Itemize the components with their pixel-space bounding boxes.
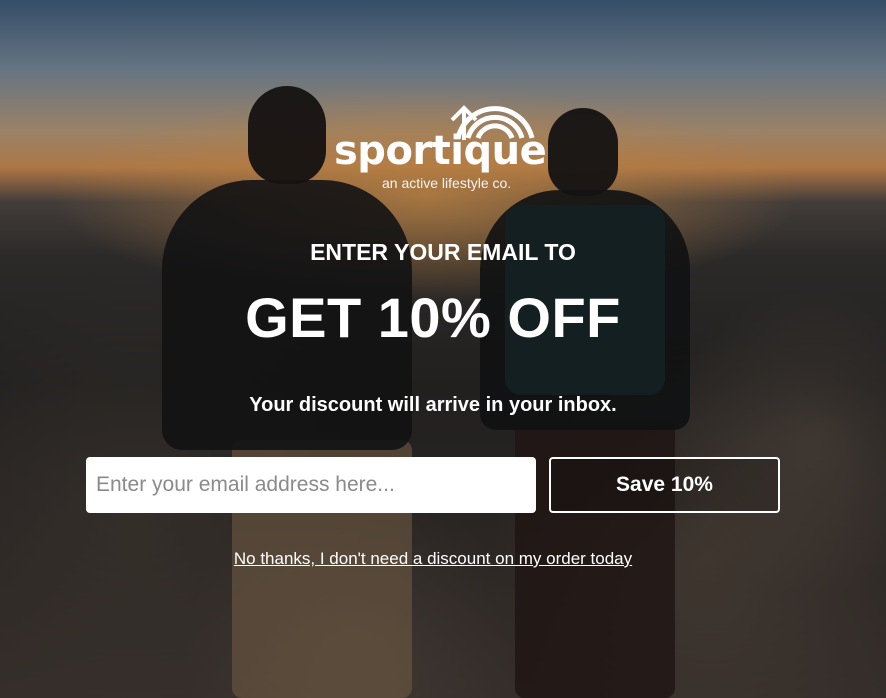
brand-name: sportique [334, 128, 547, 174]
email-input[interactable] [86, 457, 536, 513]
offer-subtext: Your discount will arrive in your inbox. [249, 394, 617, 416]
save-discount-button[interactable]: Save 10% [549, 457, 780, 513]
headline-offer: GET 10% OFF [245, 286, 621, 349]
headline-line1: ENTER YOUR EMAIL TO [310, 239, 576, 265]
brand-tagline: an active lifestyle co. [382, 175, 512, 191]
brand-logo: sportique an active lifestyle co. [334, 88, 547, 198]
decline-discount-link[interactable]: No thanks, I don't need a discount on my… [0, 548, 866, 570]
